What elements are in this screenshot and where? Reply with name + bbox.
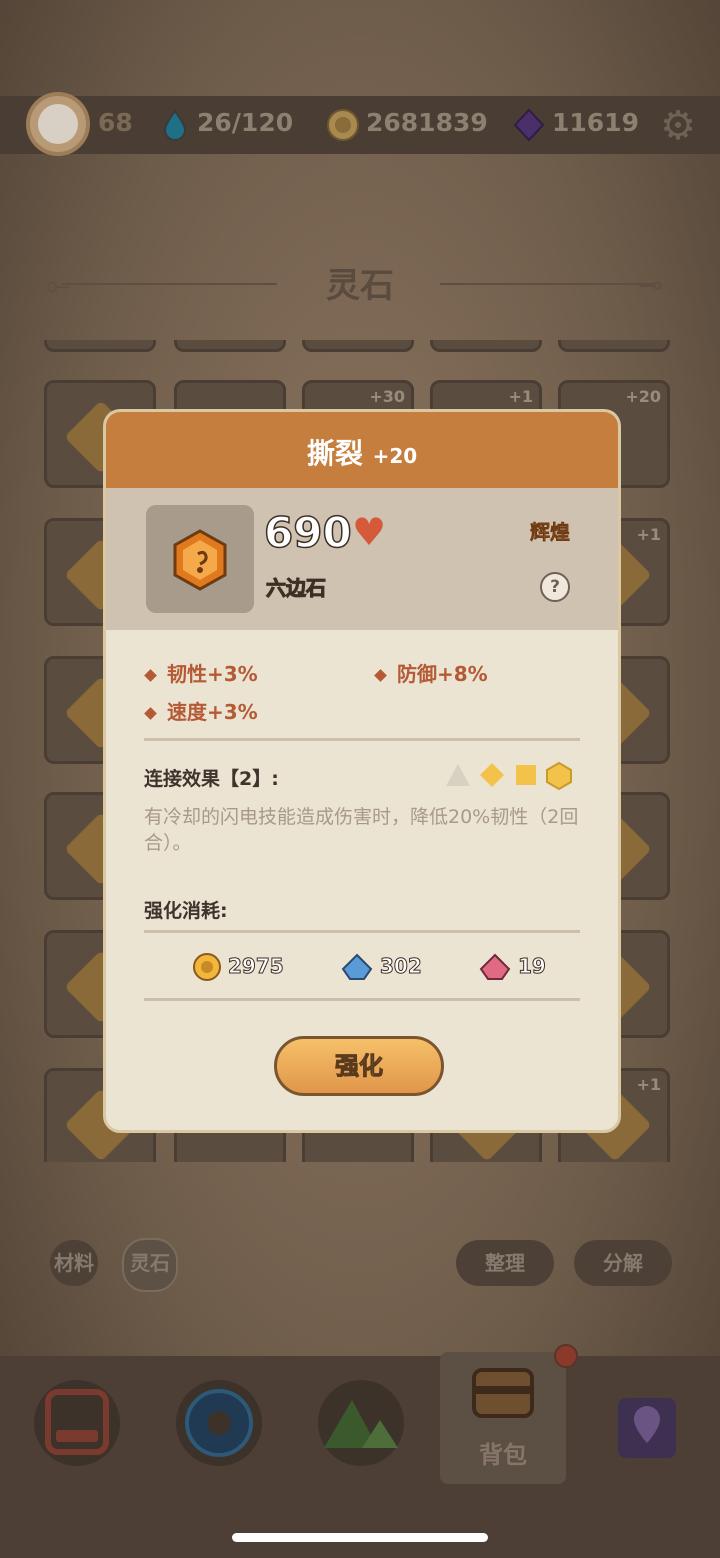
level-badge: +30 (369, 387, 405, 406)
link-effect-title: 连接效果【2】: (144, 768, 279, 790)
coin-icon (193, 953, 221, 981)
stone-detail-dialog: 撕裂 +20 690 ♥ 六边石 辉煌 ? 韧性+3% 防御+8% 速度+3% … (106, 412, 618, 1130)
gem-value: 11619 (552, 108, 639, 137)
enhance-button[interactable]: 强化 (274, 1036, 444, 1096)
divider (144, 930, 580, 933)
link-effect-description: 有冷却的闪电技能造成伤害时，降低20%韧性（2回合）。 (144, 806, 579, 854)
triangle-icon (446, 764, 470, 786)
portal-icon (185, 1389, 253, 1457)
divider (144, 998, 580, 1001)
gem-icon (513, 108, 545, 142)
divider (144, 738, 580, 741)
cost-red-crystal: 19 (518, 954, 547, 979)
coin-value: 2681839 (366, 108, 488, 137)
power-value: 690 (263, 507, 352, 558)
tab-spirit-stone[interactable]: 灵石 (122, 1238, 178, 1292)
battle-icon (45, 1389, 109, 1455)
level-badge: +1 (636, 525, 661, 544)
tab-material[interactable]: 材料 (50, 1240, 98, 1286)
avatar[interactable] (26, 92, 90, 156)
hexagon-stone-icon (173, 529, 227, 591)
grid-cell[interactable] (302, 340, 414, 352)
stone-type: 六边石 (266, 576, 327, 601)
stat-item: 韧性+3% (144, 658, 258, 687)
stat-item: 速度+3% (144, 696, 258, 725)
dialog-title: 撕裂 +20 (106, 432, 618, 472)
cost-title: 强化消耗: (144, 900, 228, 922)
grid-cell[interactable] (174, 340, 286, 352)
home-indicator (232, 1533, 488, 1542)
water-drop-icon (163, 109, 187, 141)
stone-name: 撕裂 (306, 437, 363, 470)
divider-right (440, 283, 655, 285)
grid-cell[interactable] (44, 340, 156, 352)
nav-map[interactable] (318, 1380, 404, 1466)
stamina-value: 26/120 (197, 108, 294, 137)
heart-icon: ♥ (352, 510, 387, 554)
location-pin-icon (618, 1398, 676, 1458)
level-badge: +1 (636, 1075, 661, 1094)
sort-button[interactable]: 整理 (456, 1240, 554, 1286)
cost-blue-crystal: 302 (380, 954, 423, 979)
nav-portal[interactable] (176, 1380, 262, 1466)
cost-coins: 2975 (228, 954, 285, 979)
backpack-icon (472, 1368, 534, 1418)
ornament-right-icon: ⊸ (638, 268, 664, 303)
rarity-label: 辉煌 (530, 520, 571, 545)
gear-icon[interactable]: ⚙ (656, 104, 700, 148)
player-level: 68 (98, 108, 133, 137)
blue-crystal-icon (341, 953, 373, 980)
decompose-button[interactable]: 分解 (574, 1240, 672, 1286)
mountain-icon (324, 1400, 398, 1448)
level-badge: +1 (508, 387, 533, 406)
grid-cell[interactable] (558, 340, 670, 352)
nav-location[interactable] (604, 1388, 690, 1474)
level-badge: +20 (625, 387, 661, 406)
red-crystal-icon (479, 953, 511, 980)
notification-dot (554, 1344, 578, 1368)
hexagon-icon (546, 761, 572, 791)
grid-cell[interactable] (430, 340, 542, 352)
stone-level: +20 (372, 444, 418, 468)
help-icon[interactable]: ? (540, 572, 570, 602)
coin-icon (327, 109, 359, 141)
nav-battle[interactable] (34, 1380, 120, 1466)
nav-backpack-label: 背包 (479, 1441, 527, 1469)
diamond-icon (480, 763, 504, 787)
stat-item: 防御+8% (374, 658, 488, 687)
square-icon (516, 765, 536, 785)
